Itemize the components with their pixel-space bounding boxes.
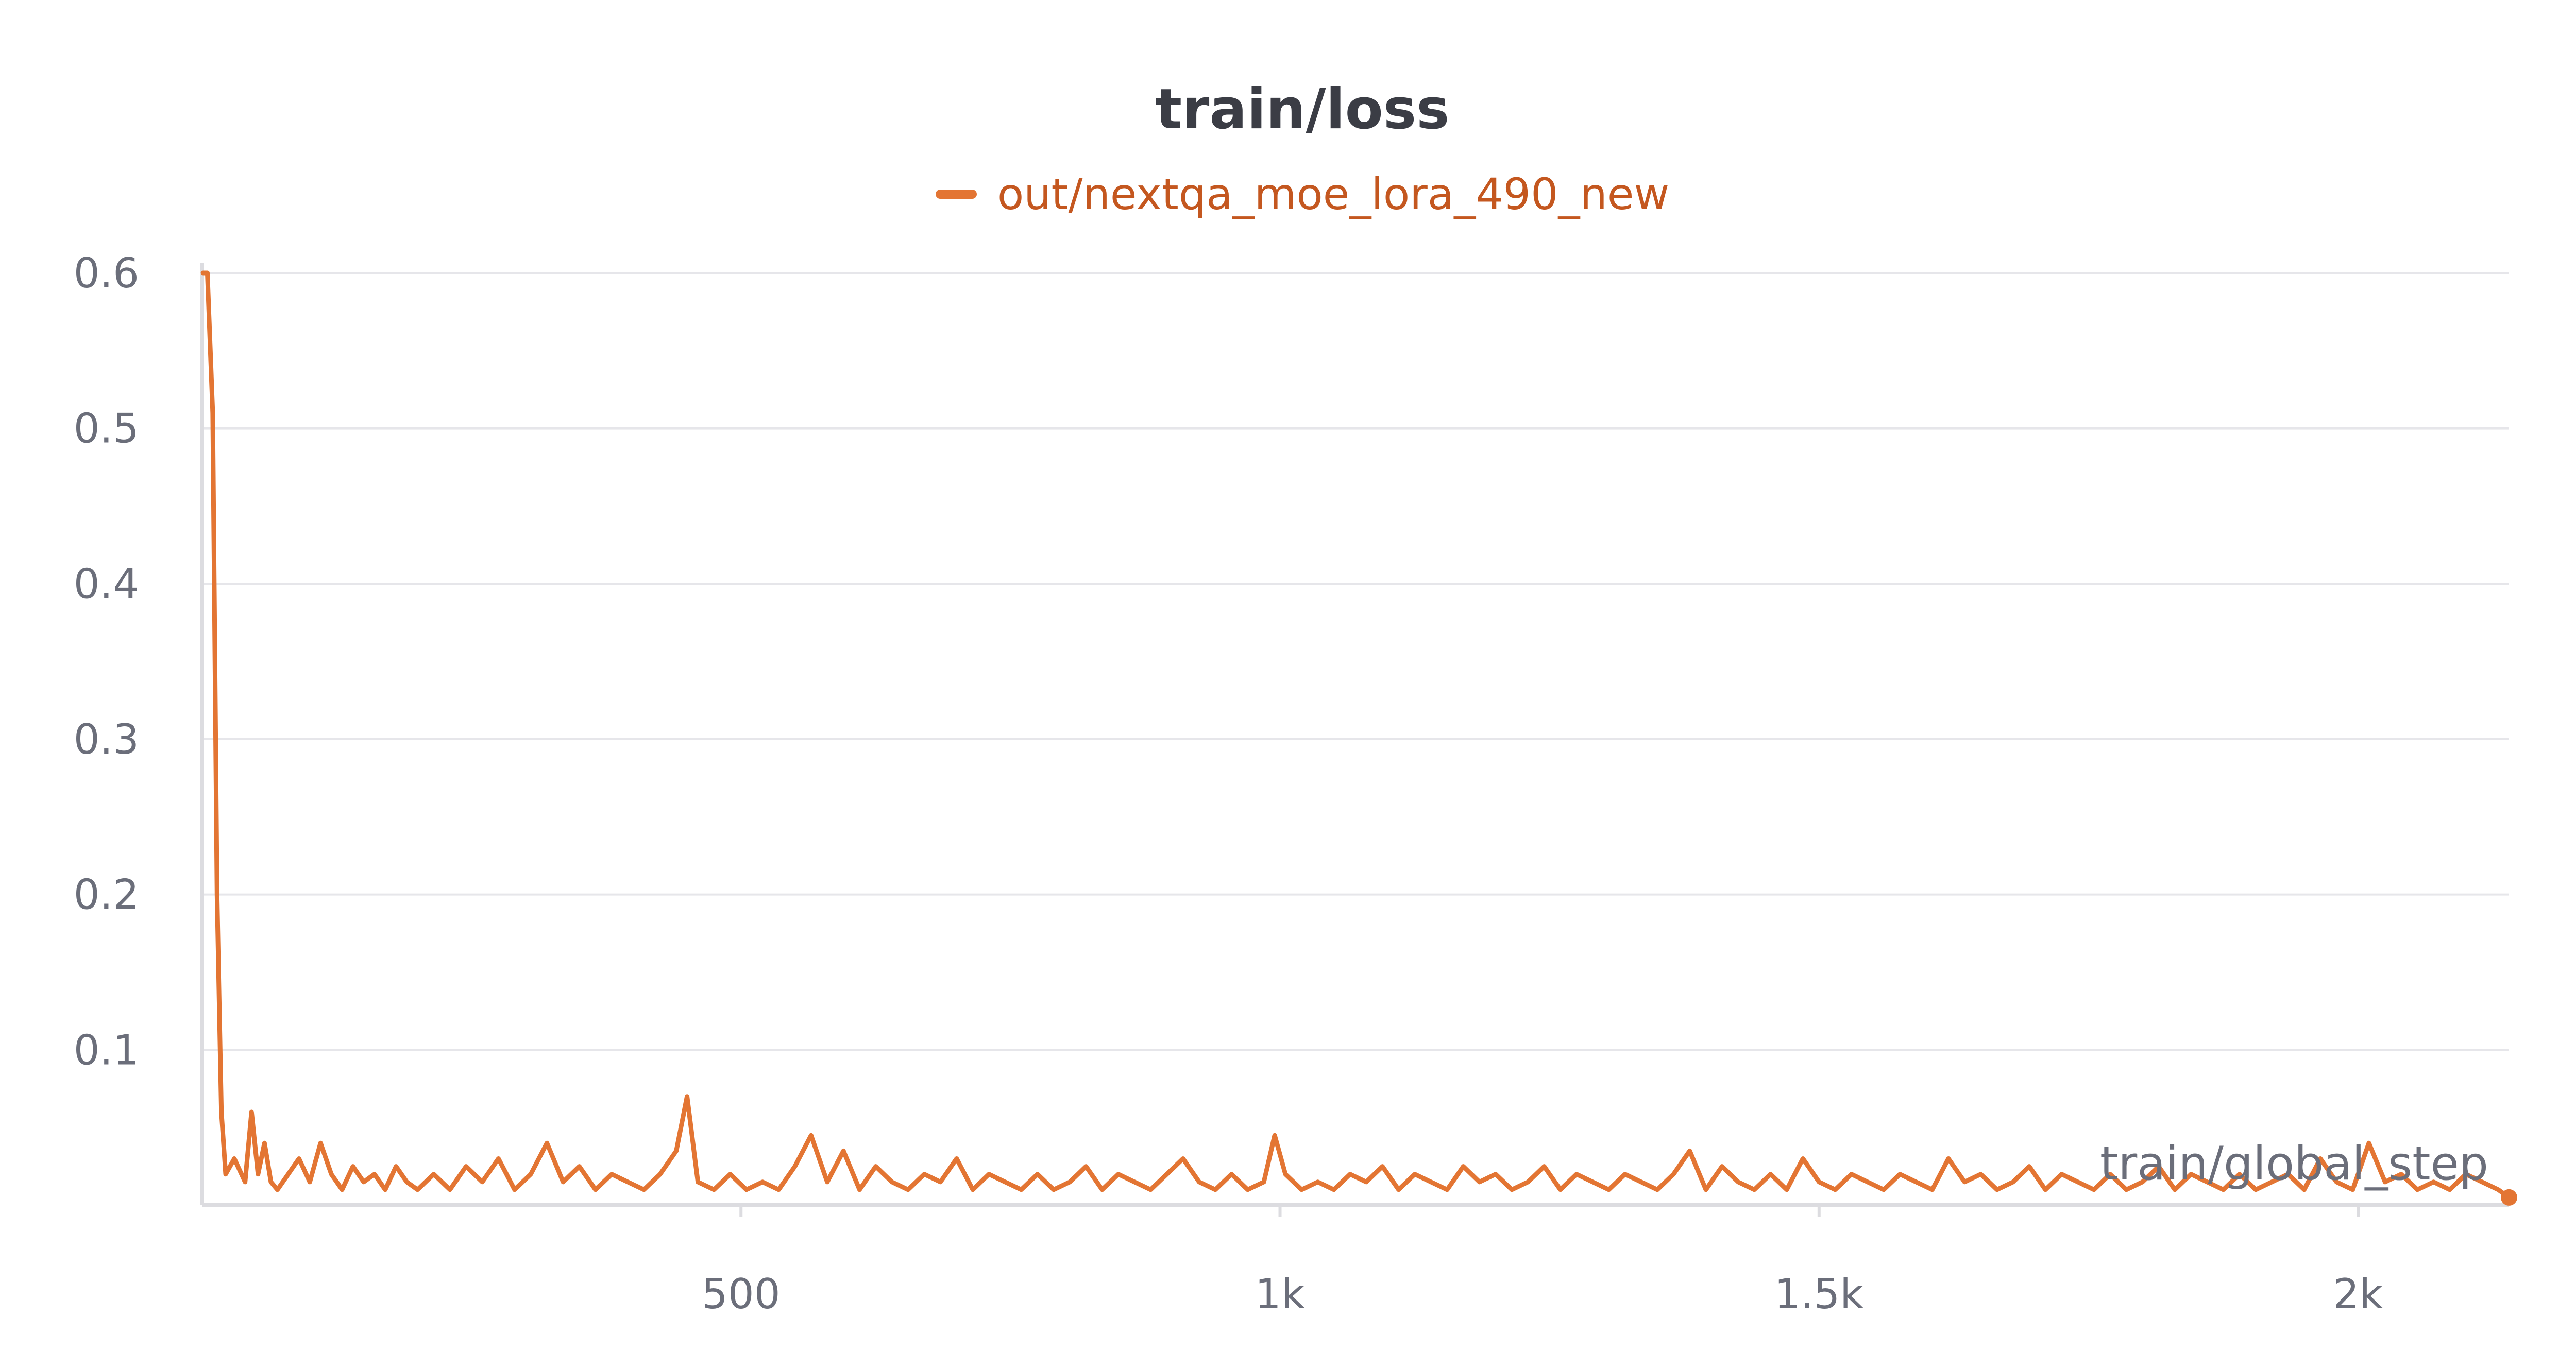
grid-lines <box>202 272 2509 1051</box>
x-tick-label: 1.5k <box>1774 1270 1864 1318</box>
x-tick-label: 500 <box>702 1270 781 1318</box>
y-tick-label: 0.4 <box>74 560 139 608</box>
y-tick-label: 0.5 <box>74 405 139 453</box>
y-tick-label: 0.3 <box>74 715 139 763</box>
x-axis-label: train/global_step <box>2100 1137 2488 1191</box>
x-tick-label: 1k <box>1255 1270 1306 1318</box>
y-tick-label: 0.2 <box>74 871 139 919</box>
chart-plot[interactable]: 0.1 0.2 0.3 0.4 0.5 0.6 500 1k 1.5k 2k train/glob… <box>0 0 2576 1368</box>
y-tick-label: 0.1 <box>74 1026 139 1074</box>
series-end-point <box>2501 1189 2517 1206</box>
y-tick-label: 0.6 <box>74 249 139 297</box>
x-tick-label: 2k <box>2333 1270 2383 1318</box>
series-line <box>200 270 2512 1200</box>
tick-labels: 0.1 0.2 0.3 0.4 0.5 0.6 500 1k 1.5k 2k <box>74 249 2384 1318</box>
